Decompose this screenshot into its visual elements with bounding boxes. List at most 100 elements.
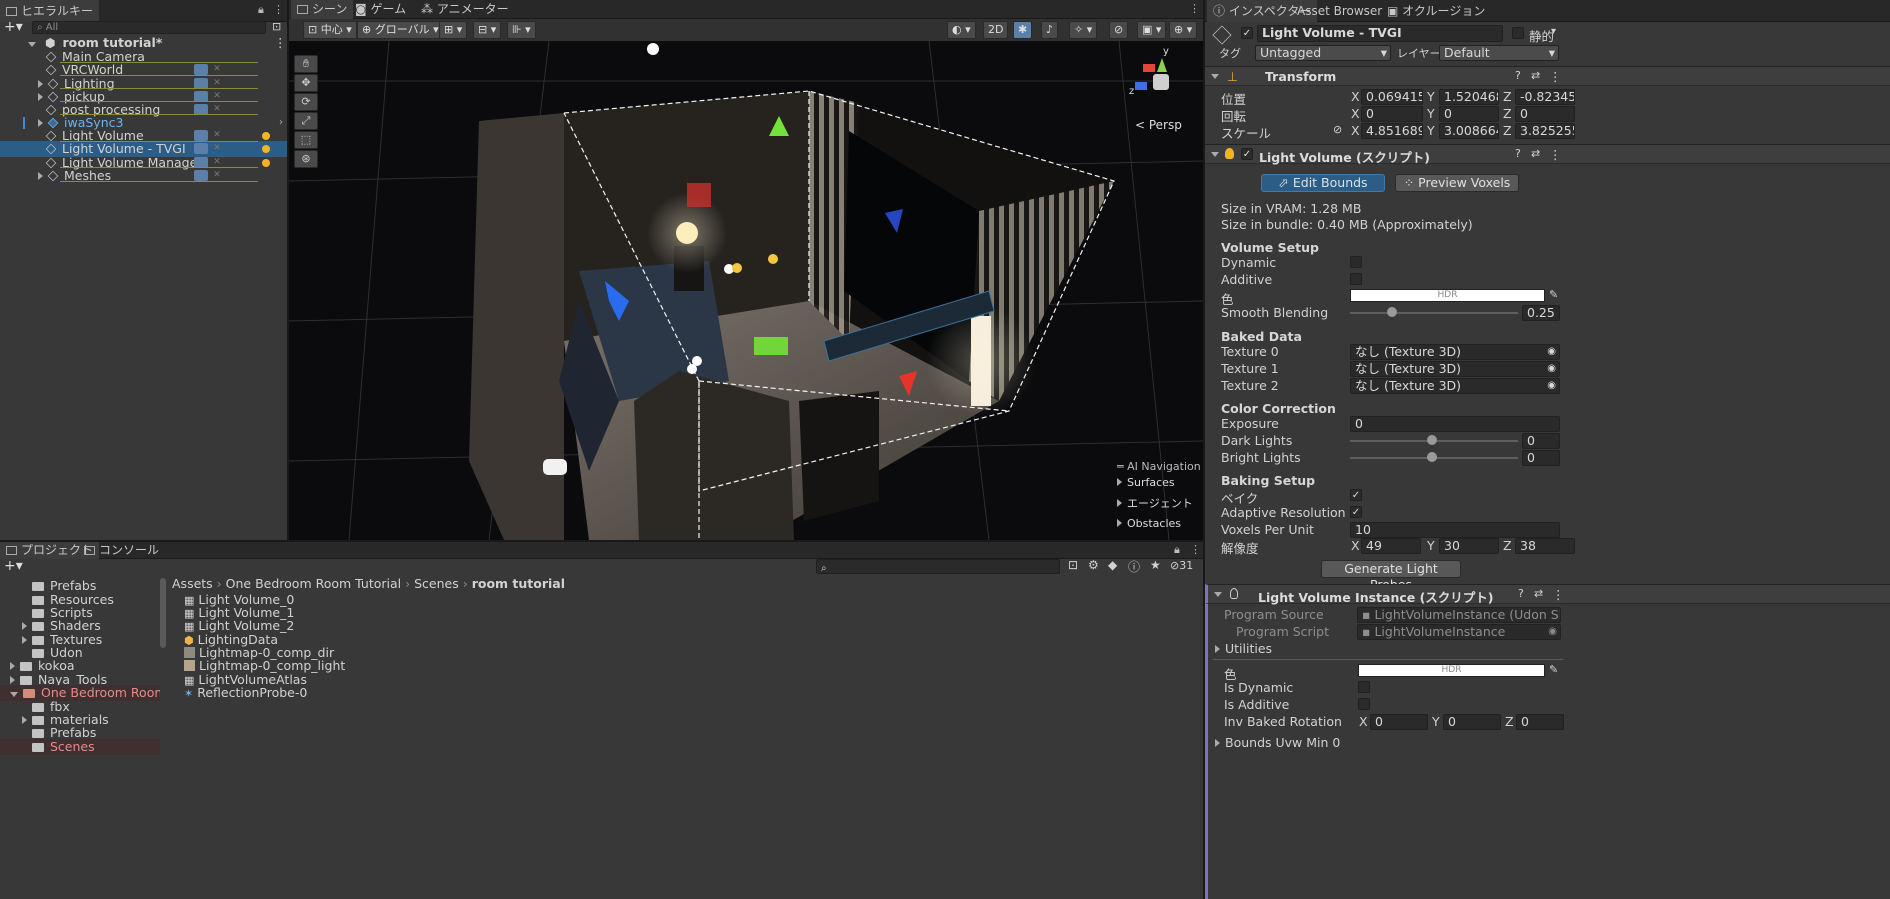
label-icon[interactable]: ◆ <box>1108 558 1117 572</box>
object-picker-icon[interactable]: ◉ <box>1547 362 1556 376</box>
additive-checkbox[interactable] <box>1350 273 1362 285</box>
orientation-gizmo[interactable]: y z <box>1129 44 1189 104</box>
shading-dropdown[interactable]: ◐ ▾ <box>947 21 976 39</box>
preview-voxels-button[interactable]: ⁘ Preview Voxels <box>1395 174 1519 192</box>
pick-icon[interactable]: ✕ <box>211 64 223 75</box>
breadcrumb-item[interactable]: room tutorial <box>472 576 565 591</box>
rotation-z[interactable]: 0 <box>1515 106 1575 122</box>
expand-icon[interactable] <box>1214 592 1222 597</box>
inv-rotation-x[interactable]: 0 <box>1370 714 1428 730</box>
preset-icon[interactable]: ⇄ <box>1534 587 1543 600</box>
position-z[interactable]: -0.823451 <box>1515 89 1575 105</box>
project-search-input[interactable]: ⌕ <box>816 559 1060 574</box>
expand-icon[interactable] <box>38 80 43 88</box>
smooth-blending-value[interactable]: 0.25 <box>1522 305 1560 321</box>
adaptive-checkbox[interactable]: ✓ <box>1350 506 1362 518</box>
more-icon[interactable]: ⋮ <box>1549 69 1562 84</box>
expand-icon[interactable] <box>22 716 27 724</box>
expand-icon[interactable] <box>38 119 43 127</box>
lock-icon[interactable]: 🔒︎ <box>258 3 264 17</box>
enabled-checkbox[interactable]: ✓ <box>1241 148 1253 160</box>
object-name-field[interactable]: Light Volume - TVGI <box>1257 25 1503 42</box>
preset-icon[interactable]: ⇄ <box>1531 69 1540 82</box>
more-icon[interactable]: ⋮ <box>1190 543 1201 556</box>
exposure-field[interactable]: 0 <box>1350 416 1560 432</box>
expand-icon[interactable] <box>22 622 27 630</box>
rect-tool[interactable]: ⬚ <box>294 131 318 149</box>
more-icon[interactable]: ⋮ <box>273 3 284 16</box>
hand-tool[interactable]: ✋︎ <box>294 55 318 73</box>
voxels-per-unit-field[interactable]: 10 <box>1350 522 1560 538</box>
bright-lights-knob[interactable] <box>1427 452 1437 462</box>
texture0-field[interactable]: なし (Texture 3D) ◉ <box>1350 344 1560 360</box>
is-additive-checkbox[interactable] <box>1358 698 1370 710</box>
pivot-dropdown[interactable]: ⊡ 中心 ▾ <box>303 21 357 39</box>
add-icon[interactable]: +▾ <box>4 19 23 35</box>
chevron-down-icon[interactable]: ▾ <box>1551 26 1556 37</box>
expand-icon[interactable] <box>22 636 27 644</box>
warning-icon[interactable]: ⓘ <box>1128 558 1140 575</box>
generate-light-probes-button[interactable]: Generate Light Probes <box>1321 560 1461 592</box>
folder-item[interactable]: Scenes <box>0 739 160 755</box>
ai-nav-item[interactable]: Obstacles <box>1117 517 1203 530</box>
tree-scrollbar[interactable] <box>160 578 166 648</box>
expand-icon[interactable] <box>10 692 18 697</box>
tab-console[interactable]: コンソール <box>78 542 165 559</box>
more-icon[interactable]: ⋮ <box>1552 587 1565 602</box>
visibility-icon[interactable] <box>194 130 208 141</box>
position-y[interactable]: 1.520468 <box>1439 89 1499 105</box>
expand-icon[interactable] <box>10 676 15 684</box>
eyedropper-icon[interactable]: ✎ <box>1549 663 1558 676</box>
gizmos-dropdown[interactable]: ⊕ ▾ <box>1169 21 1198 39</box>
more-icon[interactable]: ⋮ <box>1549 147 1562 162</box>
grid-snap-button[interactable]: ⊞ ▾ <box>439 21 468 39</box>
help-icon[interactable]: ? <box>1518 587 1524 600</box>
search-input[interactable]: ⌕ All <box>32 21 266 34</box>
edit-bounds-button[interactable]: ⬀ Edit Bounds <box>1261 174 1385 192</box>
expand-icon[interactable] <box>28 42 36 47</box>
hidden-count[interactable]: ⊘31 <box>1170 559 1193 572</box>
active-checkbox[interactable]: ✓ <box>1241 27 1253 39</box>
scale-x[interactable]: 4.851689 <box>1361 123 1423 139</box>
rotate-tool[interactable]: ⟳ <box>294 93 318 111</box>
ruler-button[interactable]: ⊪ ▾ <box>507 21 536 39</box>
visibility-icon[interactable] <box>194 170 208 181</box>
bounds-foldout[interactable]: Bounds Uvw Min 0 <box>1215 735 1340 750</box>
dark-lights-value[interactable]: 0 <box>1522 433 1560 449</box>
preset-icon[interactable]: ⇄ <box>1531 147 1540 160</box>
breadcrumb-item[interactable]: Assets <box>172 576 213 591</box>
effects-dropdown[interactable]: ✧ ▾ <box>1069 21 1098 39</box>
instance-header[interactable]: Light Volume Instance (スクリプト) ? ⇄ ⋮ <box>1205 584 1890 605</box>
breadcrumb-item[interactable]: One Bedroom Room Tutorial <box>226 576 401 591</box>
static-checkbox[interactable] <box>1512 27 1524 39</box>
expand-icon[interactable] <box>10 662 15 670</box>
pick-icon[interactable]: ✕ <box>211 143 223 154</box>
object-picker-icon[interactable]: ◉ <box>1547 345 1556 359</box>
inv-rotation-z[interactable]: 0 <box>1516 714 1564 730</box>
audio-toggle[interactable]: ♪ <box>1041 21 1059 39</box>
texture2-field[interactable]: なし (Texture 3D) ◉ <box>1350 378 1560 394</box>
resolution-z[interactable]: 38 <box>1515 538 1575 554</box>
resolution-y[interactable]: 30 <box>1439 538 1499 554</box>
breadcrumb-item[interactable]: Scenes <box>414 576 459 591</box>
utilities-foldout[interactable]: Utilities <box>1215 641 1272 656</box>
is-dynamic-checkbox[interactable] <box>1358 681 1370 693</box>
rotation-y[interactable]: 0 <box>1439 106 1499 122</box>
ai-nav-item[interactable]: Surfaces <box>1117 476 1203 489</box>
move-tool[interactable]: ✥ <box>294 74 318 92</box>
visibility-toggle[interactable]: ⊘ <box>1109 21 1129 39</box>
lock-icon[interactable]: 🔒︎ <box>1174 543 1180 557</box>
instance-color-swatch[interactable]: HDR <box>1358 664 1545 677</box>
help-icon[interactable]: ? <box>1515 69 1521 82</box>
favorite-icon[interactable]: ★ <box>1150 558 1161 572</box>
lighting-toggle[interactable]: ✱ <box>1013 21 1033 39</box>
eyedropper-icon[interactable]: ✎ <box>1549 288 1558 301</box>
texture1-field[interactable]: なし (Texture 3D) ◉ <box>1350 361 1560 377</box>
camera-dropdown[interactable]: ▣ ▾ <box>1137 21 1167 39</box>
link-icon[interactable]: ⊘ <box>1333 123 1342 136</box>
bake-checkbox[interactable]: ✓ <box>1350 489 1362 501</box>
tab-asset-browser[interactable]: Asset Browser <box>1291 0 1388 22</box>
transform-tool[interactable]: ⊛ <box>294 150 318 168</box>
mode-2d-button[interactable]: 2D <box>983 21 1009 39</box>
tab-animator[interactable]: ⁂ アニメーター <box>415 0 515 19</box>
